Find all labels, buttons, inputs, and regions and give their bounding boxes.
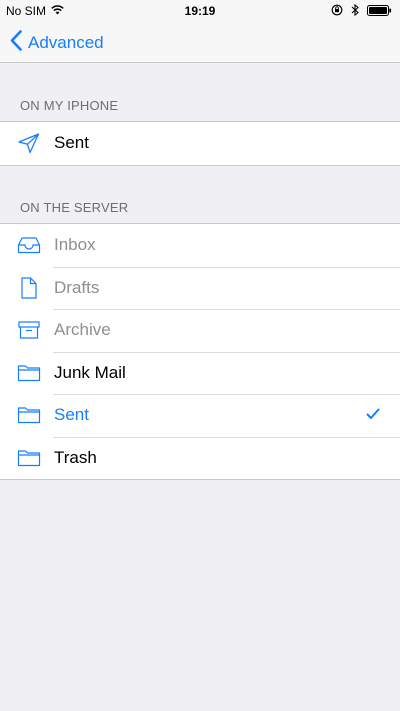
server-mailbox-list: Inbox Drafts Archive Junk Mail Sent Tras… bbox=[0, 223, 400, 480]
section-header-on-the-server: ON THE SERVER bbox=[20, 200, 129, 215]
local-mailbox-list: Sent bbox=[0, 121, 400, 166]
inbox-tray-icon bbox=[17, 234, 41, 256]
navigation-bar: Advanced bbox=[0, 22, 400, 63]
list-item-label: Inbox bbox=[54, 235, 96, 255]
section-header-on-my-iphone: ON MY IPHONE bbox=[20, 98, 119, 113]
list-item-local-sent[interactable]: Sent bbox=[0, 122, 400, 165]
checkmark-icon bbox=[366, 407, 380, 425]
folder-icon bbox=[17, 447, 41, 469]
folder-icon bbox=[17, 362, 41, 384]
archive-box-icon bbox=[17, 319, 41, 341]
list-item-label: Sent bbox=[54, 405, 89, 425]
back-button-label: Advanced bbox=[28, 33, 104, 52]
list-item-drafts[interactable]: Drafts bbox=[0, 266, 400, 310]
rotation-lock-icon bbox=[331, 4, 343, 19]
list-item-label: Archive bbox=[54, 320, 111, 340]
list-item-label: Drafts bbox=[54, 277, 100, 297]
list-item-archive[interactable]: Archive bbox=[0, 309, 400, 352]
list-item-label: Trash bbox=[54, 447, 97, 467]
chevron-left-icon bbox=[10, 30, 28, 56]
list-item-label: Junk Mail bbox=[54, 362, 126, 382]
status-bar: No SIM 19:19 bbox=[0, 0, 400, 22]
document-icon bbox=[17, 276, 41, 299]
status-right bbox=[331, 3, 392, 19]
list-item-trash[interactable]: Trash bbox=[0, 436, 400, 480]
paper-plane-icon bbox=[17, 132, 41, 154]
battery-icon bbox=[367, 4, 392, 19]
list-item-inbox[interactable]: Inbox bbox=[0, 224, 400, 267]
list-item-label: Sent bbox=[54, 133, 89, 153]
back-button[interactable]: Advanced bbox=[10, 30, 104, 56]
folder-icon bbox=[17, 404, 41, 426]
bluetooth-icon bbox=[351, 3, 359, 19]
list-item-junk-mail[interactable]: Junk Mail bbox=[0, 351, 400, 395]
list-item-sent[interactable]: Sent bbox=[0, 394, 400, 437]
